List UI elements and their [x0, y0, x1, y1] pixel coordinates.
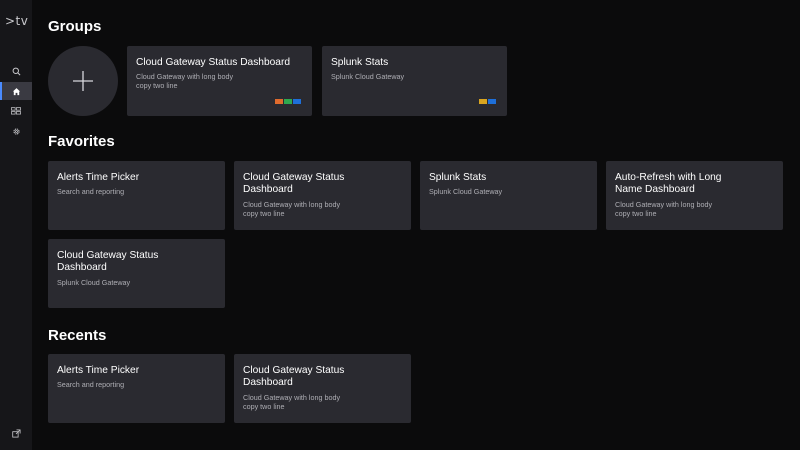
- add-group-button[interactable]: [48, 46, 118, 116]
- card-title: Alerts Time Picker: [57, 172, 140, 183]
- nav-external[interactable]: [0, 424, 32, 442]
- color-swatches: [479, 99, 496, 104]
- card-description: Search and reporting: [57, 187, 125, 196]
- card-title: Splunk Stats: [331, 57, 389, 68]
- card-description: Splunk Cloud Gateway: [429, 187, 503, 196]
- color-swatches: [275, 99, 301, 104]
- home-icon: [12, 87, 20, 95]
- recents-heading: Recents: [48, 327, 107, 344]
- groups-heading: Groups: [48, 18, 102, 35]
- card-description: Cloud Gateway with long body copy two li…: [243, 393, 341, 412]
- recent-card[interactable]: Alerts Time Picker Search and reporting: [48, 354, 225, 423]
- favorite-card[interactable]: Cloud Gateway Status Dashboard Splunk Cl…: [48, 239, 225, 308]
- app-logo: >tv: [5, 14, 29, 28]
- sidebar: >tv: [0, 0, 32, 450]
- card-title: Cloud Gateway Status Dashboard: [243, 172, 345, 195]
- card-title: Alerts Time Picker: [57, 365, 140, 376]
- dashboard-grid-icon: [11, 107, 21, 115]
- favorite-card[interactable]: Auto-Refresh with Long Name Dashboard Cl…: [606, 161, 783, 230]
- card-description: Search and reporting: [57, 380, 125, 389]
- card-title: Cloud Gateway Status Dashboard: [57, 250, 159, 273]
- card-description: Splunk Cloud Gateway: [331, 72, 405, 81]
- nav-dashboards[interactable]: [0, 102, 32, 120]
- recent-card[interactable]: Cloud Gateway Status Dashboard Cloud Gat…: [234, 354, 411, 423]
- card-title: Cloud Gateway Status Dashboard: [243, 365, 345, 388]
- group-card[interactable]: Cloud Gateway Status Dashboard Cloud Gat…: [127, 46, 312, 116]
- favorites-heading: Favorites: [48, 133, 115, 150]
- gear-icon: [12, 127, 20, 135]
- swatch-green: [284, 99, 292, 104]
- card-description: Cloud Gateway with long body copy two li…: [136, 72, 234, 91]
- favorite-card[interactable]: Cloud Gateway Status Dashboard Cloud Gat…: [234, 161, 411, 230]
- card-description: Cloud Gateway with long body copy two li…: [615, 200, 713, 219]
- external-link-icon: [11, 428, 21, 438]
- favorite-card[interactable]: Splunk Stats Splunk Cloud Gateway: [420, 161, 597, 230]
- card-title: Auto-Refresh with Long Name Dashboard: [615, 172, 722, 195]
- swatch-orange: [275, 99, 283, 104]
- card-title: Splunk Stats: [429, 172, 487, 183]
- nav-search[interactable]: [0, 62, 32, 80]
- search-icon: [12, 67, 20, 75]
- plus-icon: [73, 71, 93, 91]
- card-description: Splunk Cloud Gateway: [57, 278, 131, 287]
- swatch-yellow: [479, 99, 487, 104]
- nav-settings[interactable]: [0, 122, 32, 140]
- swatch-blue: [488, 99, 496, 104]
- card-title: Cloud Gateway Status Dashboard: [136, 57, 291, 68]
- card-description: Cloud Gateway with long body copy two li…: [243, 200, 341, 219]
- favorite-card[interactable]: Alerts Time Picker Search and reporting: [48, 161, 225, 230]
- nav-home[interactable]: [0, 82, 32, 100]
- group-card[interactable]: Splunk Stats Splunk Cloud Gateway: [322, 46, 507, 116]
- swatch-blue: [293, 99, 301, 104]
